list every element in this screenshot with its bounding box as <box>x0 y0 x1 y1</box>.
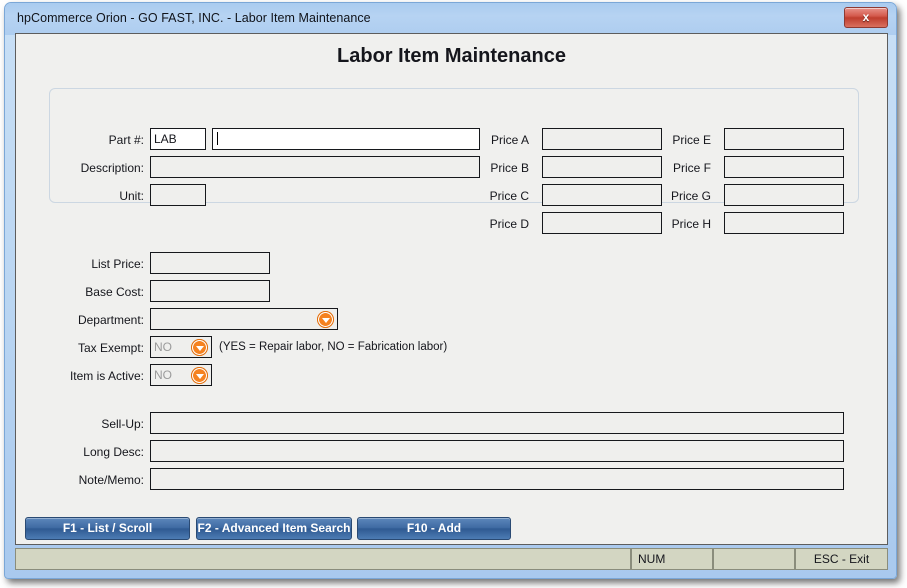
description-input[interactable] <box>150 156 480 178</box>
f1-list-scroll-button[interactable]: F1 - List / Scroll <box>25 517 190 540</box>
status-panel-main <box>15 548 631 570</box>
price-d-label: Price D <box>489 217 529 231</box>
department-dropdown-icon[interactable] <box>317 311 334 328</box>
sell-up-input[interactable] <box>150 412 844 434</box>
note-memo-input[interactable] <box>150 468 844 490</box>
tax-exempt-label: Tax Exempt: <box>77 341 144 355</box>
long-desc-label: Long Desc: <box>83 445 144 459</box>
tax-exempt-note: (YES = Repair labor, NO = Fabrication la… <box>219 341 448 353</box>
item-active-label: Item is Active: <box>69 369 144 383</box>
long-desc-input[interactable] <box>150 440 844 462</box>
price-f-input[interactable] <box>724 156 844 178</box>
price-d-input[interactable] <box>542 212 662 234</box>
list-price-label: List Price: <box>91 257 144 271</box>
price-h-input[interactable] <box>724 212 844 234</box>
sell-up-label: Sell-Up: <box>101 417 144 431</box>
application-window: hpCommerce Orion - GO FAST, INC. - Labor… <box>4 2 897 579</box>
part-number-input[interactable] <box>212 128 480 150</box>
text-cursor <box>217 132 218 145</box>
page-title: Labor Item Maintenance <box>337 45 566 67</box>
price-c-input[interactable] <box>542 184 662 206</box>
price-g-input[interactable] <box>724 184 844 206</box>
department-label: Department: <box>77 313 144 327</box>
window-title: hpCommerce Orion - GO FAST, INC. - Labor… <box>17 11 371 25</box>
function-button-bar: F1 - List / Scroll F2 - Advanced Item Se… <box>15 512 888 545</box>
price-f-label: Price F <box>672 161 711 175</box>
price-b-label: Price B <box>490 161 529 175</box>
note-memo-label: Note/Memo: <box>78 473 144 487</box>
price-a-input[interactable] <box>542 128 662 150</box>
department-input[interactable] <box>150 308 338 330</box>
price-a-label: Price A <box>490 133 529 147</box>
close-icon: x <box>862 10 870 24</box>
price-e-label: Price E <box>672 133 711 147</box>
close-button[interactable]: x <box>844 7 888 28</box>
status-panel-blank <box>713 548 795 570</box>
form-client-area: Labor Item Maintenance Part #: LAB Descr… <box>15 33 888 534</box>
unit-input[interactable] <box>150 184 206 206</box>
price-e-input[interactable] <box>724 128 844 150</box>
part-number-label: Part #: <box>108 133 144 147</box>
f2-advanced-item-search-button[interactable]: F2 - Advanced Item Search <box>196 517 352 540</box>
status-bar: NUM ESC - Exit <box>15 548 888 570</box>
item-active-dropdown-icon[interactable] <box>191 367 208 384</box>
list-price-input[interactable] <box>150 252 270 274</box>
base-cost-input[interactable] <box>150 280 270 302</box>
unit-label: Unit: <box>119 189 144 203</box>
status-panel-num: NUM <box>631 548 713 570</box>
tax-exempt-dropdown-icon[interactable] <box>191 339 208 356</box>
base-cost-label: Base Cost: <box>85 285 144 299</box>
price-c-label: Price C <box>489 189 529 203</box>
price-g-label: Price G <box>670 189 711 203</box>
price-b-input[interactable] <box>542 156 662 178</box>
title-bar: hpCommerce Orion - GO FAST, INC. - Labor… <box>5 3 896 35</box>
f10-add-button[interactable]: F10 - Add <box>357 517 511 540</box>
status-panel-exit[interactable]: ESC - Exit <box>795 548 888 570</box>
description-label: Description: <box>80 161 144 175</box>
price-h-label: Price H <box>671 217 711 231</box>
part-prefix-input[interactable]: LAB <box>150 128 206 150</box>
